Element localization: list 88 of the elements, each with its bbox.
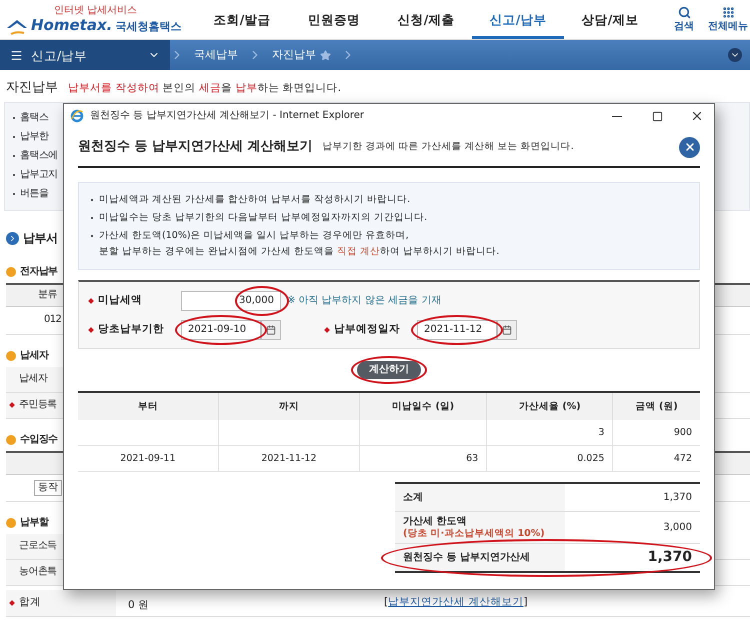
notice-text: 납부고지 xyxy=(20,169,58,182)
notice-text: 홈택스 xyxy=(20,112,48,124)
field-label: 미납세액 xyxy=(98,294,142,307)
summary-label: 가산세 한도액 xyxy=(403,516,468,528)
close-icon xyxy=(684,141,696,153)
column-header: 미납일수 (일) xyxy=(360,392,487,420)
bracket: [ xyxy=(384,596,388,609)
field-label: 합계 xyxy=(19,596,41,609)
table-cell: 2021-09-11 xyxy=(78,446,218,472)
calendar-icon xyxy=(266,324,276,334)
notice-text: 납부한 xyxy=(20,131,48,144)
column-header: 까지 xyxy=(218,392,360,420)
field-label: 납세자 xyxy=(19,373,48,386)
notice-text: 버튼을 xyxy=(20,188,48,200)
table-cell: 63 xyxy=(360,446,487,472)
calendar-button[interactable] xyxy=(261,320,281,340)
calculate-button[interactable]: 계산하기 xyxy=(357,361,421,379)
logo-tagline: 인터넷 납세서비스 xyxy=(54,4,138,16)
logo-subtitle: 국세청홈택스 xyxy=(115,18,182,34)
field-label: 근로소득 xyxy=(19,540,57,552)
circle-icon xyxy=(6,350,16,361)
notice-text: 미납세액과 계산된 가산세를 합산하여 납부서를 작성하시기 바랍니다. xyxy=(99,193,410,207)
table-cell: 472 xyxy=(612,446,700,472)
subsection-title: 수입징수 xyxy=(20,434,58,446)
summary-value: 3,000 xyxy=(663,522,692,534)
column-header: 가산세율 (%) xyxy=(486,392,613,420)
field-label: 납부예정일자 xyxy=(334,323,400,336)
total-value: 0 원 xyxy=(128,599,150,611)
date-field[interactable]: 2021-11-12 xyxy=(417,320,497,340)
nav-tab[interactable]: 신청/제출 xyxy=(380,0,472,39)
subsection-title: 납부할 xyxy=(20,516,48,529)
subsection-title: 전자납부 xyxy=(20,266,58,278)
summary-note: (당초 미·과소납부세액의 10%) xyxy=(403,528,546,540)
summary-value: 1,370 xyxy=(648,549,692,566)
section-dropdown[interactable]: 신고/납부 xyxy=(0,40,170,70)
menu-button[interactable]: 전체메뉴 xyxy=(706,6,750,33)
menu-icon xyxy=(10,48,23,62)
grid-icon xyxy=(722,6,734,19)
field-label: 당초납부기한 xyxy=(98,323,164,336)
circle-icon xyxy=(6,518,16,528)
calendar-icon xyxy=(502,324,512,334)
close-icon xyxy=(690,109,704,123)
table-cell: 2021-11-12 xyxy=(218,446,360,472)
dialog-subtitle: 납부기한 경과에 따른 가산세를 계산해 보는 화면입니다. xyxy=(322,141,574,153)
summary-value: 1,370 xyxy=(663,492,692,504)
bracket: ] xyxy=(523,596,528,609)
section-title: 납부서 xyxy=(23,231,58,246)
nav-tab[interactable]: 상담/제보 xyxy=(564,0,656,39)
field-label: 주민등록 xyxy=(19,399,57,412)
breadcrumb-link[interactable]: 국세납부 xyxy=(184,40,248,70)
logo-text: Hometax. xyxy=(31,16,112,34)
date-field[interactable]: 2021-09-10 xyxy=(181,320,261,340)
summary-label: 원천징수 등 납부지연가산세 xyxy=(403,552,531,564)
close-button[interactable] xyxy=(679,136,700,158)
hint-text: ※ 아직 납부하지 않은 세금을 기재 xyxy=(287,294,442,306)
calculator-link[interactable]: 납부지연가산세 계산해보기 xyxy=(388,596,524,609)
select-field[interactable]: 동작 xyxy=(34,480,62,496)
column-header: 분류 xyxy=(37,289,57,302)
house-logo-icon xyxy=(6,18,28,34)
circle-icon xyxy=(6,434,16,445)
column-header: 금액 (원) xyxy=(612,392,700,420)
circle-icon xyxy=(6,266,16,277)
amount-field[interactable]: 30,000 xyxy=(181,290,281,310)
search-button[interactable]: 검색 xyxy=(662,6,706,33)
field-label: 농어촌특 xyxy=(19,566,57,578)
notice-text: 홈택스에 xyxy=(20,150,58,162)
summary-label: 소계 xyxy=(403,492,424,504)
calendar-button[interactable] xyxy=(497,320,517,340)
subsection-title: 납세자 xyxy=(20,350,48,362)
browser-icon xyxy=(70,109,84,123)
window-title: 원천징수 등 납부지연가산세 계산해보기 - Internet Explorer xyxy=(90,110,364,122)
search-icon xyxy=(678,6,690,19)
breadcrumb-link[interactable]: 자진납부 xyxy=(262,40,341,70)
nav-tab[interactable]: 조회/발급 xyxy=(196,0,288,39)
table-cell: 0.025 xyxy=(486,446,613,472)
column-header: 부터 xyxy=(78,392,218,420)
page-description: 납부서를 작성하여 본인의 세금을 납부하는 화면입니다. xyxy=(68,82,342,95)
maximize-icon xyxy=(652,110,662,122)
expand-button[interactable] xyxy=(728,48,742,62)
notice-text: 가산세 한도액(10%)은 미납세액을 일시 납부하는 경우에만 유효하며, 분할 납부하는 경우에는 완납시점에 가산세 한도액을 직접 계산하여 납부하시기 바랍니다. xyxy=(99,229,500,259)
notice-text: 미납일수는 당초 납부기한의 다음날부터 납부예정일자까지의 기간입니다. xyxy=(99,211,428,225)
dialog-title: 원천징수 등 납부지연가산세 계산해보기 xyxy=(78,139,313,155)
table-cell: 900 xyxy=(612,420,700,446)
table-cell-text: 012 xyxy=(43,314,62,326)
table-cell: 3 xyxy=(486,420,613,446)
page-title: 자진납부 xyxy=(6,80,58,96)
star-icon[interactable] xyxy=(320,50,331,60)
nav-tab[interactable]: 민원증명 xyxy=(288,0,380,39)
